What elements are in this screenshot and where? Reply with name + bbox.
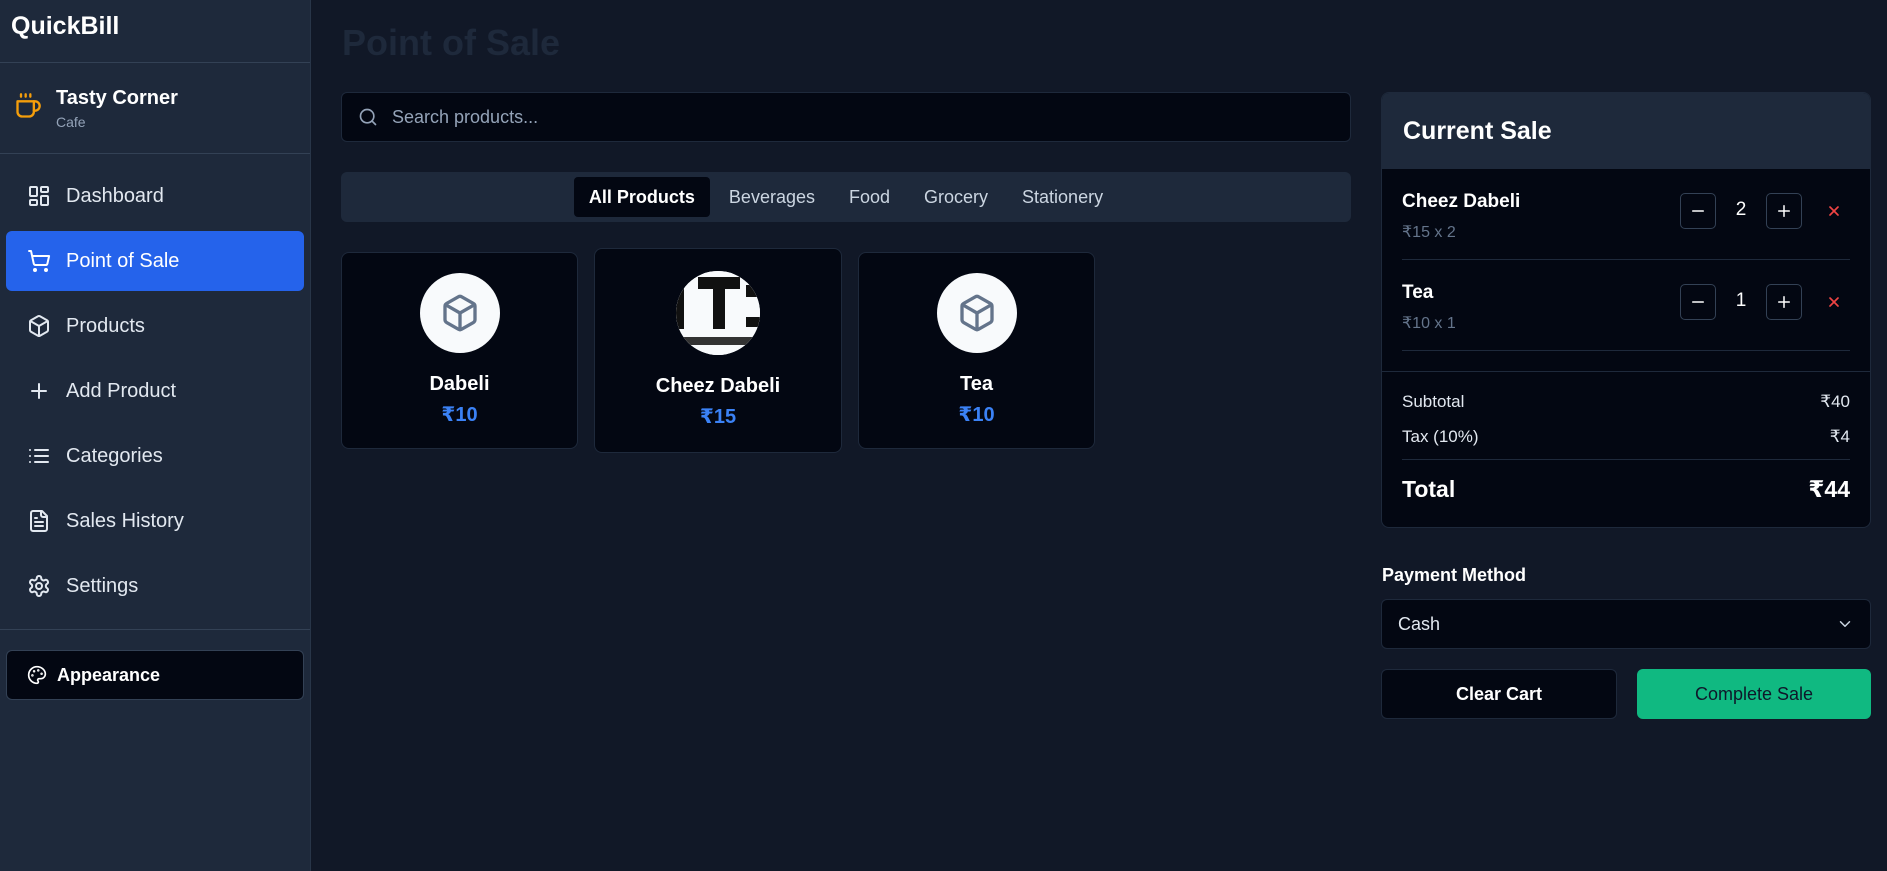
sidebar-item-products[interactable]: Products <box>6 296 304 356</box>
store-info: Tasty Corner Cafe <box>0 63 310 154</box>
category-tabs: All Products Beverages Food Grocery Stat… <box>341 172 1351 222</box>
sidebar-item-label: Sales History <box>66 509 184 532</box>
sidebar-item-label: Products <box>66 314 145 337</box>
product-price: ₹10 <box>958 404 995 426</box>
palette-icon <box>27 665 47 685</box>
decrease-qty-button[interactable] <box>1680 284 1716 320</box>
sidebar: QuickBill Tasty Corner Cafe Dashboard Po… <box>0 0 311 871</box>
document-icon <box>30 510 48 532</box>
product-photo <box>676 271 760 355</box>
clear-cart-button[interactable]: Clear Cart <box>1381 669 1617 719</box>
tab-food[interactable]: Food <box>834 177 905 217</box>
current-sale-panel: Current Sale Cheez Dabeli ₹15 x 2 2 Tea … <box>1381 92 1871 528</box>
payment-method-select[interactable]: Cash <box>1381 599 1871 649</box>
sidebar-nav: Dashboard Point of Sale Products Add Pro… <box>0 154 310 616</box>
subtotal-row: Subtotal ₹40 <box>1402 392 1850 412</box>
store-type: Cafe <box>56 113 86 130</box>
plus-icon <box>31 383 47 399</box>
cart-item-name: Tea <box>1402 282 1434 303</box>
cart-icon <box>28 250 51 272</box>
appearance-button[interactable]: Appearance <box>6 650 304 700</box>
cart-title: Current Sale <box>1382 93 1870 169</box>
increase-qty-button[interactable] <box>1766 284 1802 320</box>
box-icon <box>959 294 994 332</box>
sidebar-item-dashboard[interactable]: Dashboard <box>6 166 304 226</box>
close-icon <box>1829 297 1839 307</box>
remove-item-button[interactable] <box>1821 288 1847 316</box>
sidebar-item-label: Categories <box>66 444 163 467</box>
decrease-qty-button[interactable] <box>1680 193 1716 229</box>
box-icon <box>442 294 477 332</box>
sidebar-item-label: Point of Sale <box>66 249 180 272</box>
box-icon <box>29 315 49 337</box>
gear-icon <box>29 575 49 597</box>
product-name: Cheez Dabeli <box>655 375 781 397</box>
product-image <box>419 273 500 353</box>
subtotal-label: Subtotal <box>1402 392 1465 411</box>
product-card[interactable]: Tea ₹10 <box>858 252 1095 449</box>
minus-icon <box>1692 210 1704 212</box>
total-value: ₹44 <box>1808 476 1850 502</box>
remove-item-button[interactable] <box>1821 197 1847 225</box>
product-name: Tea <box>960 373 993 395</box>
payment-method-label: Payment Method <box>1382 565 1527 585</box>
sidebar-item-label: Add Product <box>66 379 177 402</box>
cart-item-qty: 2 <box>1735 199 1747 220</box>
cart-item: Tea ₹10 x 1 1 <box>1402 260 1850 351</box>
tab-all-products[interactable]: All Products <box>573 177 710 217</box>
tax-row: Tax (10%) ₹4 <box>1402 427 1850 460</box>
product-price: ₹15 <box>699 406 737 428</box>
cart-item-name: Cheez Dabeli <box>1402 191 1521 212</box>
dashboard-icon <box>29 186 49 206</box>
app-logo: QuickBill <box>0 0 310 63</box>
cart-item-detail: ₹10 x 1 <box>1402 315 1456 332</box>
total-row: Total ₹44 <box>1402 476 1850 503</box>
search-bar <box>341 92 1351 142</box>
sidebar-divider <box>0 629 310 630</box>
product-price: ₹10 <box>441 404 478 426</box>
plus-icon <box>1778 296 1790 308</box>
tab-stationery[interactable]: Stationery <box>1007 177 1118 217</box>
product-name: Dabeli <box>429 373 490 395</box>
sidebar-item-sales-history[interactable]: Sales History <box>6 491 304 551</box>
tax-label: Tax (10%) <box>1402 427 1479 446</box>
complete-sale-button[interactable]: Complete Sale <box>1637 669 1871 719</box>
cart-item-detail: ₹15 x 2 <box>1402 224 1456 241</box>
tab-grocery[interactable]: Grocery <box>909 177 1003 217</box>
total-label: Total <box>1402 476 1456 502</box>
sidebar-item-point-of-sale[interactable]: Point of Sale <box>6 231 304 291</box>
page-title: Point of Sale <box>342 22 561 63</box>
list-icon <box>29 449 49 463</box>
tax-value: ₹4 <box>1829 427 1850 446</box>
product-image <box>936 273 1017 353</box>
product-card[interactable]: Cheez Dabeli ₹15 <box>594 248 842 453</box>
product-photo-graphic <box>676 271 760 355</box>
chevron-down-icon <box>1839 621 1851 627</box>
tab-beverages[interactable]: Beverages <box>714 177 830 217</box>
sidebar-item-label: Settings <box>66 574 139 597</box>
product-card[interactable]: Dabeli ₹10 <box>341 252 578 449</box>
sidebar-item-settings[interactable]: Settings <box>6 556 304 616</box>
appearance-label: Appearance <box>57 664 161 685</box>
coffee-cup-icon <box>14 92 56 125</box>
plus-icon <box>1778 205 1790 217</box>
sidebar-item-label: Dashboard <box>66 184 164 207</box>
search-input[interactable] <box>392 106 1292 128</box>
minus-icon <box>1692 301 1704 303</box>
increase-qty-button[interactable] <box>1766 193 1802 229</box>
subtotal-value: ₹40 <box>1820 392 1850 411</box>
cart-item-qty: 1 <box>1735 290 1747 311</box>
cart-item: Cheez Dabeli ₹15 x 2 2 <box>1402 169 1850 260</box>
close-icon <box>1829 206 1839 216</box>
sidebar-item-add-product[interactable]: Add Product <box>6 361 304 421</box>
search-icon <box>359 108 377 126</box>
sidebar-item-categories[interactable]: Categories <box>6 426 304 486</box>
cart-divider <box>1382 371 1870 372</box>
store-name: Tasty Corner <box>56 86 178 109</box>
payment-method-value: Cash <box>1398 613 1441 634</box>
